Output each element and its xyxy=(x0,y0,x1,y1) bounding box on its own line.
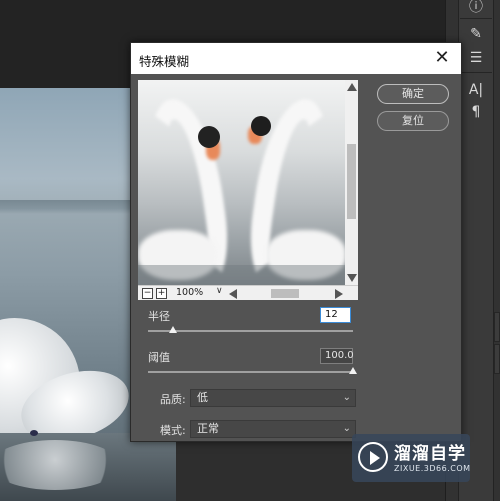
mode-select[interactable]: 正常 ⌄ xyxy=(190,420,356,438)
scroll-up-arrow-icon[interactable] xyxy=(347,83,357,91)
quality-value: 低 xyxy=(197,391,208,404)
reset-button[interactable]: 复位 xyxy=(377,111,449,131)
mode-label: 模式: xyxy=(160,424,186,437)
radius-slider-handle[interactable] xyxy=(168,326,177,333)
radius-input[interactable]: 12 xyxy=(320,307,351,323)
close-icon[interactable]: ✕ xyxy=(433,48,451,68)
threshold-slider-handle[interactable] xyxy=(349,367,357,374)
dialog-title: 特殊模糊 xyxy=(139,54,190,69)
play-logo-icon xyxy=(358,442,388,472)
horizontal-scroll-thumb[interactable] xyxy=(271,289,299,298)
image-swan-eye xyxy=(30,430,38,436)
dialog-titlebar[interactable]: 特殊模糊 ✕ xyxy=(131,43,461,74)
character-icon[interactable]: A| xyxy=(462,78,490,102)
radius-label: 半径 xyxy=(148,310,170,323)
watermark-url: ZIXUE.3D66.COM xyxy=(394,464,471,473)
photoshop-workspace: ⓘ ✎ ☰ A| ¶ 特殊模糊 ✕ − + 100% ∨ 确定 复位 半径 12… xyxy=(0,0,500,501)
preview-head-right xyxy=(251,116,271,136)
preview-vertical-scrollbar[interactable] xyxy=(345,80,358,285)
zoom-out-button[interactable]: − xyxy=(142,288,153,299)
panel-edge-tab[interactable] xyxy=(494,312,500,342)
preview-water xyxy=(138,265,345,285)
mode-value: 正常 xyxy=(197,422,219,435)
scroll-right-arrow-icon[interactable] xyxy=(335,289,343,299)
paragraph-icon[interactable]: ¶ xyxy=(462,100,490,124)
quality-label: 品质: xyxy=(160,393,186,406)
watermark-badge: 溜溜自学 ZIXUE.3D66.COM xyxy=(352,434,470,482)
chevron-down-icon: ⌄ xyxy=(342,392,351,403)
preview-image[interactable] xyxy=(138,80,345,285)
zoom-in-button[interactable]: + xyxy=(156,288,167,299)
scroll-down-arrow-icon[interactable] xyxy=(347,274,357,282)
threshold-slider-track[interactable] xyxy=(148,371,353,373)
ok-button[interactable]: 确定 xyxy=(377,84,449,104)
brush-icon[interactable]: ✎ xyxy=(462,22,490,46)
vertical-scroll-thumb[interactable] xyxy=(347,144,356,219)
preview-head-left xyxy=(198,126,220,148)
toolbar-divider xyxy=(460,72,492,73)
watermark-name: 溜溜自学 xyxy=(394,444,466,464)
sliders-icon[interactable]: ☰ xyxy=(462,46,490,70)
threshold-input[interactable]: 100.0 xyxy=(320,348,354,364)
chevron-down-icon[interactable]: ∨ xyxy=(216,286,223,296)
info-icon[interactable]: ⓘ xyxy=(462,0,490,18)
threshold-label: 阈值 xyxy=(148,351,170,364)
quality-select[interactable]: 低 ⌄ xyxy=(190,389,356,407)
preview-pane[interactable]: − + 100% ∨ xyxy=(138,80,358,300)
scroll-left-arrow-icon[interactable] xyxy=(229,289,237,299)
chevron-down-icon: ⌄ xyxy=(342,423,351,434)
panel-icon-column xyxy=(458,0,494,501)
radius-slider-track[interactable] xyxy=(148,330,353,332)
toolbar-divider xyxy=(460,18,492,19)
panel-edge-tab[interactable] xyxy=(494,344,500,374)
preview-bottom-bar: − + 100% ∨ xyxy=(138,285,358,300)
smart-blur-dialog: 特殊模糊 ✕ − + 100% ∨ 确定 复位 半径 12 阈值 100.0 品… xyxy=(130,42,462,442)
